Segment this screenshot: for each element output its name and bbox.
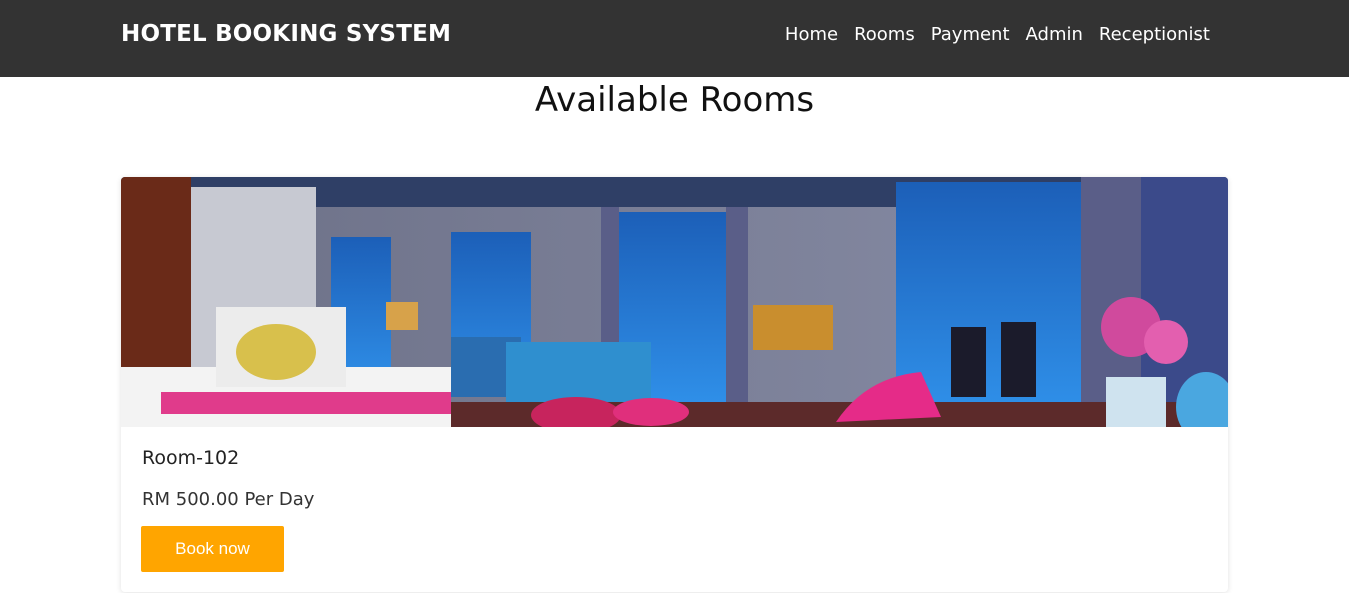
top-navbar: HOTEL BOOKING SYSTEM Home Rooms Payment … bbox=[0, 0, 1349, 77]
site-brand[interactable]: HOTEL BOOKING SYSTEM bbox=[121, 21, 451, 47]
nav-receptionist[interactable]: Receptionist bbox=[1099, 24, 1210, 45]
room-image bbox=[121, 177, 1228, 427]
nav-admin[interactable]: Admin bbox=[1026, 24, 1083, 45]
nav-home[interactable]: Home bbox=[785, 24, 838, 45]
nav-links: Home Rooms Payment Admin Receptionist bbox=[785, 24, 1210, 45]
nav-payment[interactable]: Payment bbox=[931, 24, 1010, 45]
page-title: Available Rooms bbox=[534, 80, 815, 120]
room-card: Room-102 RM 500.00 Per Day Book now bbox=[121, 177, 1228, 592]
book-now-button[interactable]: Book now bbox=[141, 526, 284, 572]
nav-rooms[interactable]: Rooms bbox=[854, 24, 915, 45]
room-price: RM 500.00 Per Day bbox=[142, 489, 315, 510]
room-name: Room-102 bbox=[142, 447, 240, 469]
